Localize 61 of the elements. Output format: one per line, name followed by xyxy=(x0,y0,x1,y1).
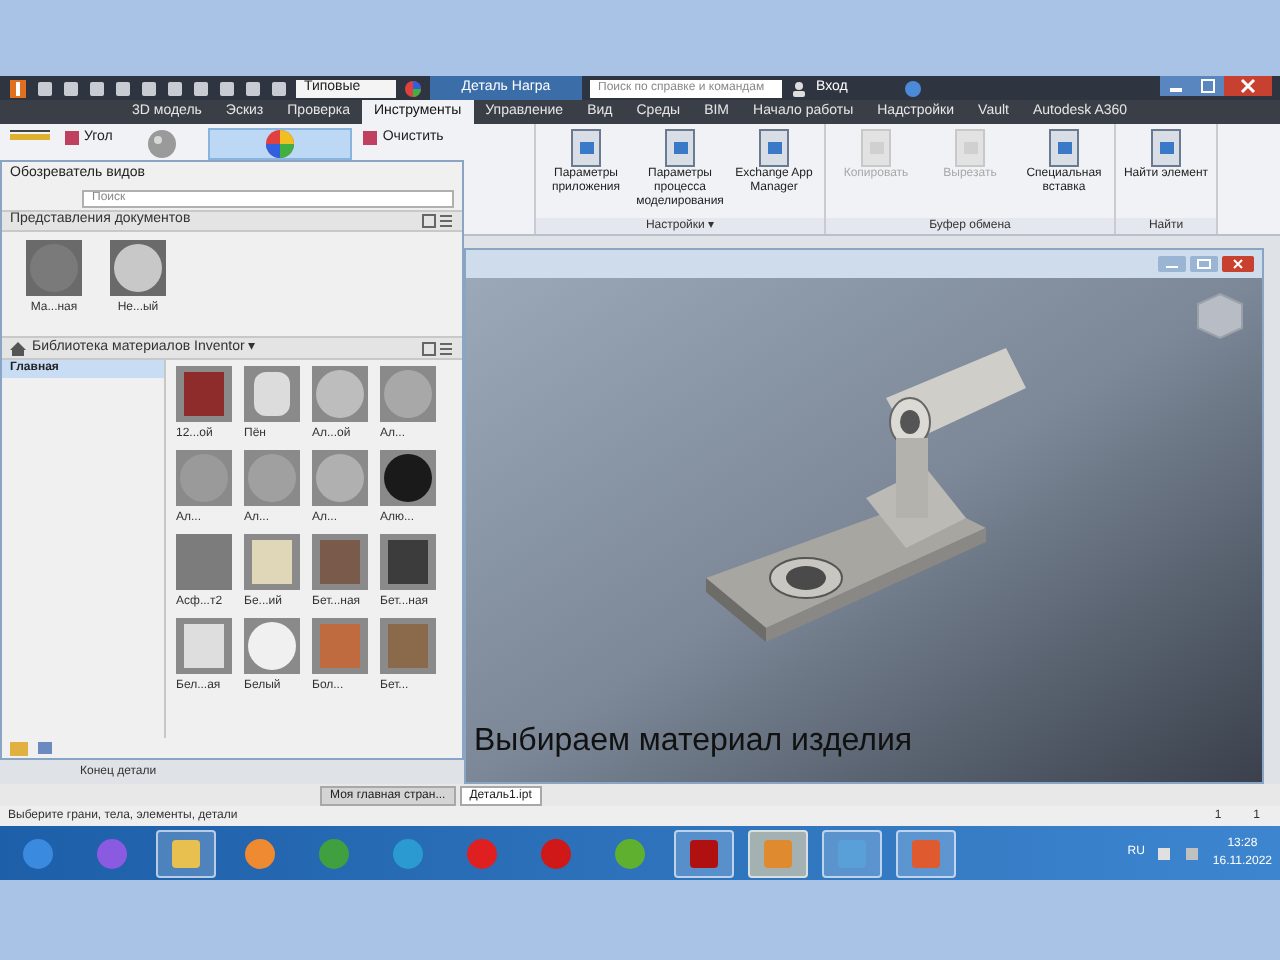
material-swatch[interactable] xyxy=(312,534,368,590)
material-swatch[interactable] xyxy=(176,534,232,590)
app-icon xyxy=(170,837,202,869)
help-icon[interactable] xyxy=(904,79,922,97)
material-swatch[interactable] xyxy=(26,240,82,296)
app-logo-icon[interactable] xyxy=(8,77,28,99)
document-icon xyxy=(756,128,792,168)
sphere-icon xyxy=(148,130,177,158)
user-icon[interactable] xyxy=(790,79,808,97)
color-wheel-icon[interactable] xyxy=(404,79,422,97)
app-icon xyxy=(244,837,276,869)
material-swatch[interactable] xyxy=(176,618,232,674)
taskbar-app-button[interactable] xyxy=(156,829,216,877)
document-icon xyxy=(662,128,698,168)
caption-text: Выбираем материал изделия xyxy=(474,722,913,762)
material-swatch[interactable] xyxy=(244,366,300,422)
material-swatch[interactable] xyxy=(110,240,166,296)
document-icon xyxy=(952,128,988,168)
material-swatch[interactable] xyxy=(176,450,232,506)
app-icon xyxy=(22,837,54,869)
material-swatch[interactable] xyxy=(244,618,300,674)
app-icon xyxy=(318,837,350,869)
material-swatch[interactable] xyxy=(380,366,436,422)
view-options-icon[interactable] xyxy=(422,341,454,355)
maximize-icon[interactable] xyxy=(1192,76,1224,96)
library-icon[interactable] xyxy=(36,740,56,756)
material-swatch[interactable] xyxy=(176,366,232,422)
material-swatch[interactable] xyxy=(380,618,436,674)
app-icon xyxy=(910,837,942,869)
material-swatch[interactable] xyxy=(244,534,300,590)
close-icon[interactable] xyxy=(1222,256,1254,272)
app-icon xyxy=(540,837,572,869)
minimize-icon[interactable] xyxy=(1158,256,1186,272)
taskbar-app-button[interactable] xyxy=(748,829,808,877)
app-icon xyxy=(466,837,498,869)
view-cube-icon[interactable] xyxy=(1194,290,1246,342)
appearance-button[interactable] xyxy=(208,128,353,160)
color-wheel-icon xyxy=(266,130,295,158)
folder-icon[interactable] xyxy=(10,740,30,756)
document-icon xyxy=(568,128,604,168)
document-icon xyxy=(858,128,894,168)
app-icon xyxy=(614,837,646,869)
app-icon xyxy=(688,837,720,869)
document-icon xyxy=(1148,128,1184,168)
view-options-icon[interactable] xyxy=(422,214,454,228)
material-swatch[interactable] xyxy=(380,534,436,590)
maximize-icon[interactable] xyxy=(1190,256,1218,272)
document-icon xyxy=(1046,128,1082,168)
app-icon xyxy=(762,837,794,869)
taskbar-app-button[interactable] xyxy=(822,829,882,877)
app-icon xyxy=(96,837,128,869)
taskbar-app-button[interactable] xyxy=(674,829,734,877)
app-icon xyxy=(392,837,424,869)
taskbar-app-button[interactable] xyxy=(896,829,956,877)
close-icon[interactable] xyxy=(1224,76,1272,96)
material-swatch[interactable] xyxy=(312,618,368,674)
material-swatch[interactable] xyxy=(312,366,368,422)
minimize-icon[interactable] xyxy=(1160,76,1192,96)
material-swatch[interactable] xyxy=(380,450,436,506)
material-swatch[interactable] xyxy=(312,450,368,506)
material-swatch[interactable] xyxy=(244,450,300,506)
